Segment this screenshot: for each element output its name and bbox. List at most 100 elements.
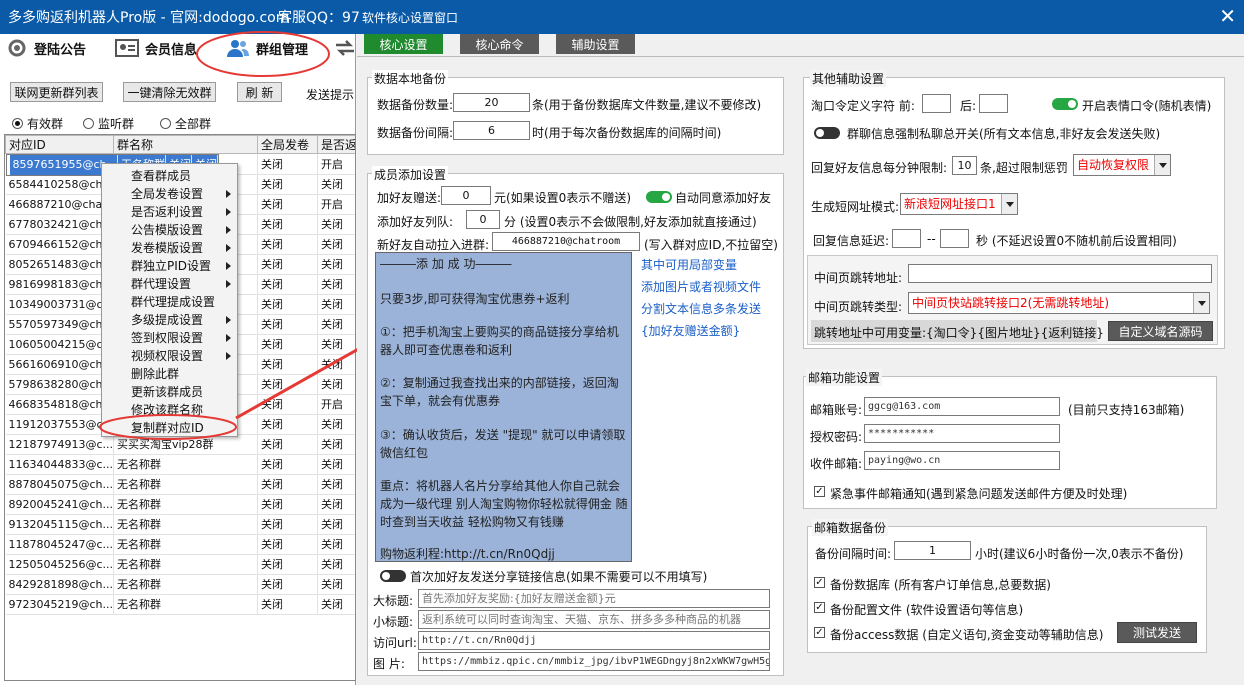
add-media-link[interactable]: 添加图片或者视频文件: [641, 278, 761, 295]
menu-item[interactable]: 全局发卷设置: [102, 185, 237, 203]
cell-name: 无名称群: [113, 594, 258, 615]
queue-input[interactable]: 0: [466, 210, 500, 229]
menu-item[interactable]: 复制群对应ID: [102, 419, 237, 437]
table-row[interactable]: 8878045075@ch... 无名称群 关闭 关闭: [5, 474, 355, 495]
cell-rebate: 关闭: [317, 294, 355, 315]
menu-item[interactable]: 视频权限设置: [102, 347, 237, 365]
table-row[interactable]: 9132045115@ch... 无名称群 关闭 关闭: [5, 514, 355, 535]
mid-address-input[interactable]: [908, 264, 1212, 283]
menu-item[interactable]: 修改该群名称: [102, 401, 237, 419]
menu-item[interactable]: 签到权限设置: [102, 329, 237, 347]
urgent-mail-label: 紧急事件邮箱通知(遇到紧急问题发送邮件方便及时处理): [830, 487, 1128, 501]
cell-global: 关闭: [257, 494, 318, 515]
menu-item[interactable]: 发卷模版设置: [102, 239, 237, 257]
backup-access-label: 备份access数据 (自定义语句,资金变动等辅助信息): [830, 628, 1104, 642]
reply-limit-label: 回复好友信息每分钟限制:: [811, 161, 948, 175]
short-url-select[interactable]: 新浪短网址接口1: [900, 193, 1018, 215]
refresh-group-list-button[interactable]: 联网更新群列表: [10, 82, 103, 102]
backup-db-checkbox[interactable]: ✓: [814, 577, 825, 588]
emoji-label: 开启表情口令(随机表情): [1082, 99, 1212, 113]
share-link-label: 首次加好友发送分享链接信息(如果不需要可以不用填写): [410, 570, 708, 584]
cell-global: 关闭: [257, 594, 318, 615]
menu-item[interactable]: 删除此群: [102, 365, 237, 383]
send-hint-label: 发送提示: [306, 88, 355, 102]
tab-core-commands[interactable]: 核心命令: [460, 34, 539, 54]
backup-count-input[interactable]: 20: [453, 93, 530, 112]
menu-item[interactable]: 群代理提成设置: [102, 293, 237, 311]
data-backup-group: [367, 77, 784, 155]
reply-delay-min-input[interactable]: [892, 229, 921, 248]
custom-domain-button[interactable]: 自定义域名源码: [1108, 321, 1213, 341]
emoji-toggle[interactable]: [1052, 98, 1078, 110]
menu-item[interactable]: 多级提成设置: [102, 311, 237, 329]
cell-name: 无名称群: [113, 514, 258, 535]
url-input[interactable]: http://t.cn/Rn0Qdjj: [418, 631, 770, 650]
cell-global: 关闭: [257, 254, 318, 275]
reply-limit-input[interactable]: 10: [952, 156, 977, 175]
backup-access-checkbox[interactable]: ✓: [814, 627, 825, 638]
tab-core-settings[interactable]: 核心设置: [364, 34, 443, 54]
gift-input[interactable]: 0: [441, 186, 491, 205]
table-row[interactable]: 8920045241@ch... 无名称群 关闭 关闭: [5, 494, 355, 515]
menu-item-label: 签到权限设置: [131, 331, 204, 345]
local-variables-link[interactable]: 其中可用局部变量: [641, 256, 737, 273]
tab-member-info[interactable]: 会员信息: [115, 36, 197, 60]
taokouling-prefix-input[interactable]: [922, 94, 951, 113]
menu-item[interactable]: 更新该群成员: [102, 383, 237, 401]
auto-agree-toggle[interactable]: [646, 191, 672, 203]
menu-item[interactable]: 是否返利设置: [102, 203, 237, 221]
table-row[interactable]: 8429281898@ch... 无名称群 关闭 关闭: [5, 574, 355, 595]
private-chat-toggle[interactable]: [814, 127, 840, 139]
title-input[interactable]: 首先添加好友奖励:{加好友赠送金额}元: [418, 589, 770, 608]
taokouling-suffix-input[interactable]: [979, 94, 1008, 113]
cell-rebate: 关闭: [317, 534, 355, 555]
tab-login-notice[interactable]: 登陆公告: [6, 36, 86, 60]
filter-listen-radio[interactable]: 监听群: [83, 115, 134, 132]
share-link-toggle[interactable]: [380, 570, 406, 582]
menu-item[interactable]: 群独立PID设置: [102, 257, 237, 275]
subtitle-input[interactable]: 返利系统可以同时查询淘宝、天猫、京东、拼多多多种商品的机器: [418, 610, 770, 629]
table-row[interactable]: 11878045247@c... 无名称群 关闭 关闭: [5, 534, 355, 555]
mail-account-input[interactable]: ggcg@163.com: [864, 397, 1060, 416]
split-message-link[interactable]: 分割文本信息多条发送: [641, 300, 761, 317]
backup-interval-mail-input[interactable]: 1: [894, 541, 971, 560]
column-header-name[interactable]: 群名称: [113, 135, 258, 154]
close-button[interactable]: ✕: [1219, 4, 1236, 28]
table-row[interactable]: 12505045256@c... 无名称群 关闭 关闭: [5, 554, 355, 575]
cell-id: 12187974913@c...: [5, 434, 114, 455]
table-row[interactable]: 12187974913@c... 买买买淘宝vip28群 关闭 关闭: [5, 434, 355, 455]
filter-valid-radio[interactable]: 有效群: [12, 115, 63, 132]
mid-type-select[interactable]: 中间页快站跳转接口2(无需跳转地址): [908, 292, 1210, 314]
column-header-rebate[interactable]: 是否返: [317, 135, 355, 154]
picture-input[interactable]: https://mmbiz.qpic.cn/mmbiz_jpg/ibvP1WEG…: [418, 652, 770, 671]
welcome-message-textarea[interactable]: ―――添 加 成 功――― 只要3步,即可获得淘宝优惠券+返利 ①：把手机淘宝上…: [375, 252, 632, 562]
submenu-arrow-icon: [226, 226, 231, 234]
tab-aux-settings[interactable]: 辅助设置: [556, 34, 635, 54]
auth-code-input[interactable]: ***********: [864, 424, 1060, 443]
backup-interval-input[interactable]: 6: [453, 121, 530, 140]
mail-account-hint: (目前只支持163邮箱): [1068, 403, 1185, 417]
refresh-button[interactable]: 刷 新: [237, 82, 282, 102]
filter-all-radio[interactable]: 全部群: [160, 115, 211, 132]
menu-item[interactable]: 查看群成员: [102, 167, 237, 185]
table-row[interactable]: 11634044833@c... 无名称群 关闭 关闭: [5, 454, 355, 475]
chevron-down-icon: [1154, 155, 1170, 175]
reply-delay-max-input[interactable]: [940, 229, 969, 248]
menu-item[interactable]: 公告模版设置: [102, 221, 237, 239]
table-row[interactable]: 9723045219@ch... 无名称群 关闭 关闭: [5, 594, 355, 615]
pull-group-input[interactable]: 466887210@chatroom: [492, 232, 640, 251]
menu-item[interactable]: 群代理设置: [102, 275, 237, 293]
column-header-global[interactable]: 全局发卷: [257, 135, 318, 154]
gift-amount-variable-link[interactable]: {加好友赠送金额}: [641, 322, 740, 339]
recv-mail-input[interactable]: paying@wo.cn: [864, 451, 1060, 470]
column-header-id[interactable]: 对应ID: [5, 135, 114, 154]
cell-id: 9132045115@ch...: [5, 514, 114, 535]
test-send-button[interactable]: 测试发送: [1117, 622, 1197, 643]
clear-invalid-groups-button[interactable]: 一键清除无效群: [123, 82, 216, 102]
arrows-icon[interactable]: [334, 37, 356, 59]
reply-penalty-select[interactable]: 自动恢复权限: [1073, 154, 1171, 176]
backup-config-checkbox[interactable]: ✓: [814, 602, 825, 613]
cell-global: 关闭: [257, 394, 318, 415]
cell-id: 466887210@chat...: [5, 194, 114, 215]
urgent-mail-checkbox[interactable]: ✓: [814, 486, 825, 497]
